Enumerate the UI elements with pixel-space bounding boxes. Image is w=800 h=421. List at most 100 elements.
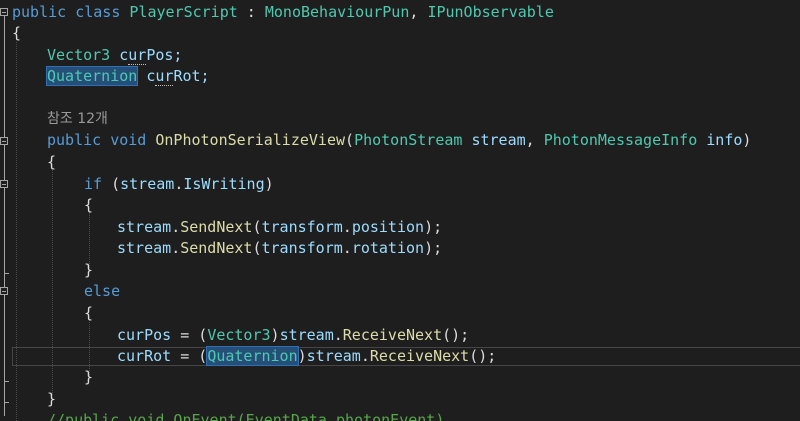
punctuation: ) — [264, 175, 274, 193]
property-name: transform — [261, 218, 343, 236]
collapse-method-icon[interactable] — [0, 137, 8, 145]
punctuation: , — [525, 131, 544, 149]
class-outline-line — [4, 16, 5, 416]
punctuation: ( — [345, 131, 355, 149]
brace: { — [12, 24, 22, 42]
method-name: SendNext — [180, 239, 253, 257]
punctuation: ( — [252, 239, 262, 257]
punctuation: . — [360, 347, 370, 365]
parameter-name: stream — [306, 347, 361, 365]
punctuation: . — [174, 175, 184, 193]
punctuation: ); — [424, 218, 443, 236]
keyword: class — [75, 3, 121, 21]
references-codelens[interactable]: 참조 12개 — [47, 108, 108, 129]
brace: } — [84, 261, 94, 279]
parameter-name: stream — [117, 239, 172, 257]
punctuation: ) — [270, 326, 280, 344]
field-name: curRot — [117, 347, 172, 365]
code-line-9[interactable]: { — [84, 195, 93, 216]
parameter-name: stream — [471, 131, 526, 149]
class-name: PlayerScript — [129, 3, 238, 21]
code-editor[interactable]: public class PlayerScript : MonoBehaviou… — [0, 0, 800, 421]
punctuation: , — [409, 3, 428, 21]
punctuation: ( — [102, 175, 121, 193]
parameter-name: info — [706, 131, 743, 149]
keyword: void — [110, 131, 147, 149]
code-line-3[interactable]: Vector3 curPos; — [47, 45, 182, 66]
type-name: PhotonStream — [354, 131, 463, 149]
code-line-17[interactable]: } — [84, 367, 93, 388]
type-name: PhotonMessageInfo — [543, 131, 698, 149]
keyword: public — [47, 131, 102, 149]
comment: //public void OnEvent(EventData photonEv… — [47, 411, 445, 421]
punctuation: . — [342, 218, 352, 236]
brace: } — [47, 390, 57, 408]
type-name: Vector3 — [47, 46, 111, 64]
punctuation: . — [342, 239, 352, 257]
keyword: else — [84, 282, 121, 300]
punctuation: (); — [442, 326, 470, 344]
punctuation: ) — [742, 131, 752, 149]
code-line-19[interactable]: //public void OnEvent(EventData photonEv… — [47, 410, 444, 421]
code-line-4[interactable]: Quaternion curRot; — [45, 66, 210, 87]
outlining-margin — [0, 0, 10, 421]
field-name: curPos — [117, 326, 172, 344]
code-line-18[interactable]: } — [47, 389, 56, 410]
code-line-11[interactable]: stream.SendNext(transform.rotation); — [117, 238, 442, 259]
property-name: rotation — [351, 239, 425, 257]
field-name-suggestion: ur — [155, 67, 174, 86]
brace: } — [84, 368, 94, 386]
method-name: ReceiveNext — [369, 347, 470, 365]
else-outline-end — [4, 381, 9, 382]
collapse-else-icon[interactable] — [0, 287, 8, 295]
collapse-class-icon[interactable] — [0, 8, 8, 16]
parameter-name: stream — [279, 326, 334, 344]
code-line-7[interactable]: { — [47, 152, 56, 173]
type-name: Vector3 — [207, 326, 271, 344]
punctuation: = ( — [171, 326, 208, 344]
keyword: public — [12, 3, 67, 21]
collapse-if-icon[interactable] — [0, 180, 8, 188]
method-name: ReceiveNext — [342, 326, 443, 344]
parameter-name: stream — [120, 175, 175, 193]
field-name: c — [119, 46, 129, 64]
code-line-2[interactable]: { — [12, 23, 21, 44]
brace: { — [47, 153, 57, 171]
parameter-name: stream — [117, 218, 172, 236]
method-name: OnPhotonSerializeView — [155, 131, 346, 149]
code-line-16[interactable]: curRot = (Quaternion)stream.ReceiveNext(… — [117, 346, 496, 367]
code-line-13[interactable]: else — [84, 281, 120, 302]
references-count[interactable]: 참조 12개 — [47, 111, 108, 127]
if-outline-end — [4, 273, 9, 274]
punctuation: ) — [297, 347, 307, 365]
base-type: MonoBehaviourPun — [264, 3, 410, 21]
code-line-14[interactable]: { — [84, 303, 93, 324]
punctuation: . — [171, 239, 181, 257]
field-name: Pos; — [146, 46, 183, 64]
property-name: transform — [261, 239, 343, 257]
punctuation: . — [333, 326, 343, 344]
code-line-12[interactable]: } — [84, 260, 93, 281]
keyword: if — [84, 175, 103, 193]
punctuation: = ( — [171, 347, 208, 365]
field-name-suggestion: ur — [128, 46, 147, 65]
code-line-1[interactable]: public class PlayerScript : MonoBehaviou… — [12, 2, 554, 23]
code-line-15[interactable]: curPos = (Vector3)stream.ReceiveNext(); — [117, 325, 469, 346]
code-line-10[interactable]: stream.SendNext(transform.position); — [117, 217, 442, 238]
punctuation: : — [237, 3, 265, 21]
type-name-highlighted: Quaternion — [45, 66, 139, 86]
code-line-8[interactable]: if (stream.IsWriting) — [84, 174, 274, 195]
punctuation: . — [171, 218, 181, 236]
property-name: position — [351, 218, 425, 236]
punctuation: (); — [469, 347, 497, 365]
interface-name: IPunObservable — [427, 3, 554, 21]
brace: { — [84, 196, 94, 214]
punctuation: ( — [252, 218, 262, 236]
punctuation: ); — [424, 239, 443, 257]
property-name: IsWriting — [183, 175, 265, 193]
type-name-highlighted: Quaternion — [206, 346, 299, 366]
code-line-6[interactable]: public void OnPhotonSerializeView(Photon… — [47, 130, 751, 151]
method-outline-end — [4, 402, 9, 403]
